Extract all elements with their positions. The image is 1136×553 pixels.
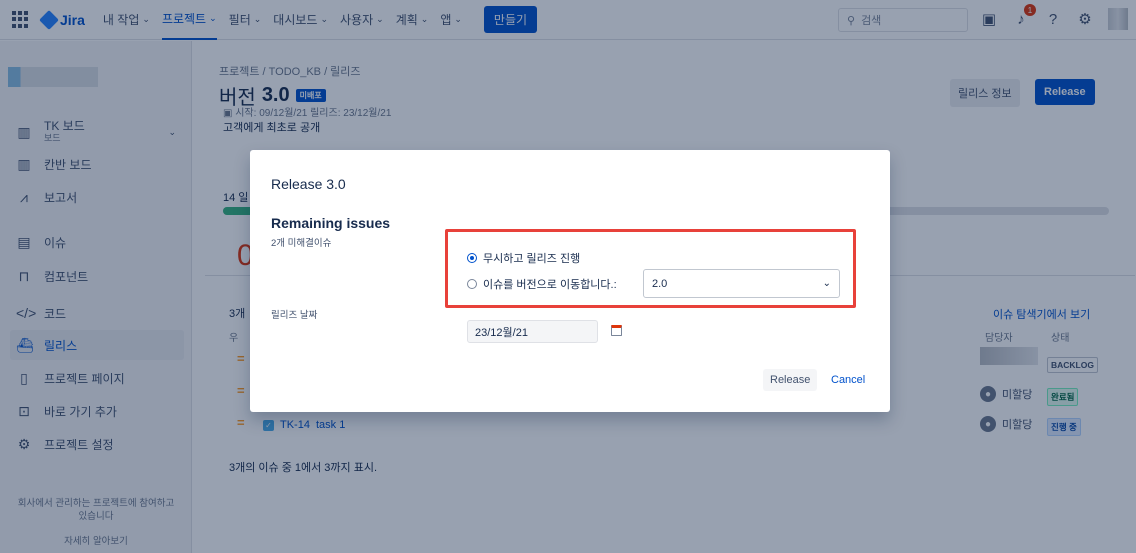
cancel-button[interactable]: Cancel [831, 374, 865, 386]
version-select[interactable]: 2.0 ⌄ [643, 269, 840, 298]
radio-move[interactable] [467, 279, 477, 289]
radio-ignore[interactable] [467, 253, 477, 263]
release-date-input[interactable]: 23/12월/21 [467, 320, 598, 343]
chevron-down-icon: ⌄ [822, 278, 831, 289]
release-dialog: Release 3.0 Remaining issues 2개 미해결이슈 무시… [250, 150, 890, 412]
option-move-issues[interactable]: 이슈를 버전으로 이동합니다.: [467, 276, 617, 292]
option-ignore-and-release[interactable]: 무시하고 릴리즈 진행 [467, 250, 580, 266]
remaining-issues-heading: Remaining issues [271, 215, 391, 231]
dialog-release-button[interactable]: Release [763, 369, 818, 391]
unresolved-count: 2개 미해결이슈 [271, 238, 332, 249]
release-date-label: 릴리즈 날짜 [271, 310, 318, 321]
dialog-title: Release 3.0 [271, 176, 346, 192]
calendar-icon[interactable] [611, 325, 622, 336]
